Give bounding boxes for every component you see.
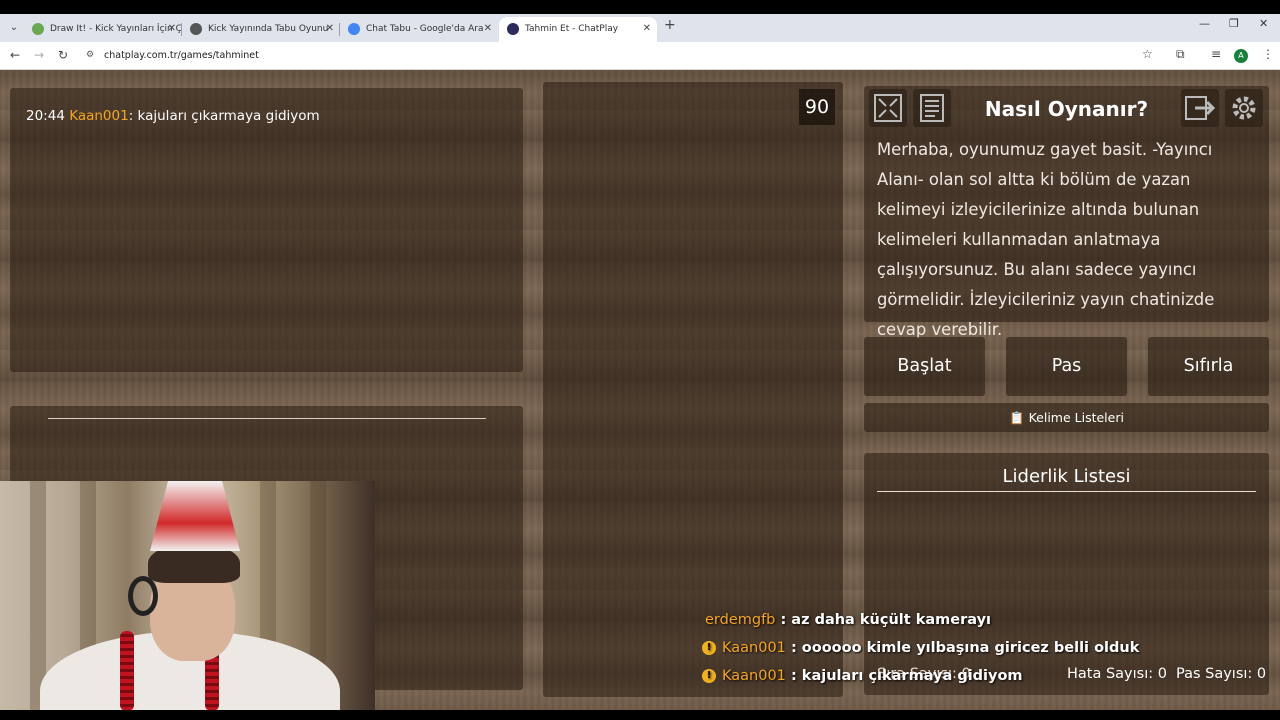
tab-favicon — [190, 23, 202, 35]
fullscreen-button[interactable] — [869, 89, 907, 127]
chat-message: : kajuları çıkarmaya gidiyom — [128, 108, 320, 124]
overlay-message: : kajuları çıkarmaya gidiyom — [790, 668, 1023, 684]
overlay-chat-line: erdemgfb : az daha küçült kamerayı — [705, 612, 991, 628]
word-lists-label: Kelime Listeleri — [1028, 410, 1124, 425]
close-tab-icon[interactable]: ✕ — [326, 17, 334, 41]
close-tab-icon[interactable]: ✕ — [484, 17, 492, 41]
overlay-message: : oooooo kimle yılbaşına giricez belli o… — [790, 640, 1140, 656]
forward-icon[interactable]: → — [34, 48, 44, 62]
chat-panel: 20:44 Kaan001: kajuları çıkarmaya gidiyo… — [10, 88, 523, 372]
address-bar: ← → ↻ ⚙ chatplay.com.tr/games/tahminet ☆… — [0, 42, 1280, 70]
badge-icon: ! — [702, 669, 716, 683]
exit-icon — [1185, 96, 1216, 120]
overlay-message: : az daha küçült kamerayı — [780, 612, 992, 628]
badge-icon: ! — [702, 641, 716, 655]
site-info-icon[interactable]: ⚙ — [86, 50, 94, 60]
chat-line: 20:44 Kaan001: kajuları çıkarmaya gidiyo… — [26, 108, 320, 124]
browser-tab-draw-it[interactable]: Draw It! - Kick Yayınları İçin Çizi ✕ — [24, 17, 182, 42]
chat-username: Kaan001 — [69, 108, 129, 124]
back-icon[interactable]: ← — [10, 48, 20, 62]
webcam-overlay — [0, 481, 375, 710]
browser-tab-tahmin-et[interactable]: Tahmin Et - ChatPlay ✕ — [499, 17, 657, 42]
tab-favicon — [32, 23, 44, 35]
url-field[interactable]: chatplay.com.tr/games/tahminet — [104, 50, 259, 61]
tinsel-garland — [120, 631, 134, 710]
bottom-letterbox — [0, 710, 1280, 720]
browser-tab-tabu[interactable]: Kick Yayınında Tabu Oyunu ✕ — [182, 17, 340, 42]
chat-time: 20:44 — [26, 108, 65, 124]
leaderboard-title: Liderlik Listesi — [1002, 466, 1131, 487]
tab-search-icon[interactable]: ⌄ — [6, 20, 22, 36]
tab-favicon — [348, 23, 360, 35]
tab-favicon — [507, 23, 519, 35]
notes-button[interactable] — [913, 89, 951, 127]
tab-label: Chat Tabu - Google'da Ara — [366, 24, 484, 34]
divider — [48, 418, 486, 419]
clipboard-icon: 📋 — [1009, 410, 1025, 425]
close-window-icon[interactable]: ✕ — [1259, 17, 1268, 30]
minimize-icon[interactable]: — — [1199, 17, 1210, 30]
browser-tab-google[interactable]: Chat Tabu - Google'da Ara ✕ — [340, 17, 498, 42]
overlay-chat-line: ! Kaan001 : kajuları çıkarmaya gidiyom — [702, 668, 1023, 684]
exit-button[interactable] — [1181, 89, 1219, 127]
maximize-icon[interactable]: ❐ — [1229, 17, 1239, 30]
game-center-panel — [543, 82, 843, 697]
close-tab-icon[interactable]: ✕ — [643, 17, 651, 41]
headset-icon — [128, 576, 158, 616]
new-tab-icon[interactable]: + — [664, 17, 676, 33]
overlay-username: Kaan001 — [722, 668, 786, 684]
tab-label: Kick Yayınında Tabu Oyunu — [208, 24, 329, 34]
party-hat — [150, 481, 240, 551]
overlay-chat-line: ! Kaan001 : oooooo kimle yılbaşına girice… — [702, 640, 1139, 656]
error-count: Hata Sayısı: 0 — [1067, 666, 1167, 682]
bookmark-star-icon[interactable]: ☆ — [1142, 47, 1153, 61]
leaderboard-divider — [877, 491, 1256, 492]
gear-icon — [1232, 96, 1256, 120]
document-icon — [920, 94, 944, 122]
profile-avatar[interactable]: A — [1234, 49, 1248, 63]
reset-button[interactable]: Sıfırla — [1148, 337, 1269, 396]
leaderboard-panel — [864, 453, 1269, 695]
start-button[interactable]: Başlat — [864, 337, 985, 396]
overlay-username: Kaan001 — [722, 640, 786, 656]
word-lists-button[interactable]: 📋 Kelime Listeleri — [864, 403, 1269, 432]
media-icon[interactable]: ≡ — [1211, 47, 1221, 61]
menu-icon[interactable]: ⋮ — [1262, 47, 1274, 61]
tab-label: Tahmin Et - ChatPlay — [525, 24, 619, 34]
countdown-timer: 90 — [799, 89, 835, 125]
tab-label: Draw It! - Kick Yayınları İçin Çizi — [50, 24, 182, 34]
browser-tab-bar: ⌄ Draw It! - Kick Yayınları İçin Çizi ✕ … — [0, 14, 1280, 42]
settings-button[interactable] — [1225, 89, 1263, 127]
pass-count: Pas Sayısı: 0 — [1176, 666, 1267, 682]
how-to-play-title: Nasıl Oynanır? — [984, 97, 1149, 121]
fullscreen-icon — [874, 94, 902, 122]
how-to-play-text: Merhaba, oyunumuz gayet basit. -Yayıncı … — [877, 140, 1215, 339]
pass-button[interactable]: Pas — [1006, 337, 1127, 396]
top-letterbox — [0, 0, 1280, 14]
extensions-icon[interactable]: ⧉ — [1176, 47, 1185, 62]
overlay-username: erdemgfb — [705, 612, 776, 628]
reload-icon[interactable]: ↻ — [58, 48, 68, 62]
close-tab-icon[interactable]: ✕ — [168, 17, 176, 41]
